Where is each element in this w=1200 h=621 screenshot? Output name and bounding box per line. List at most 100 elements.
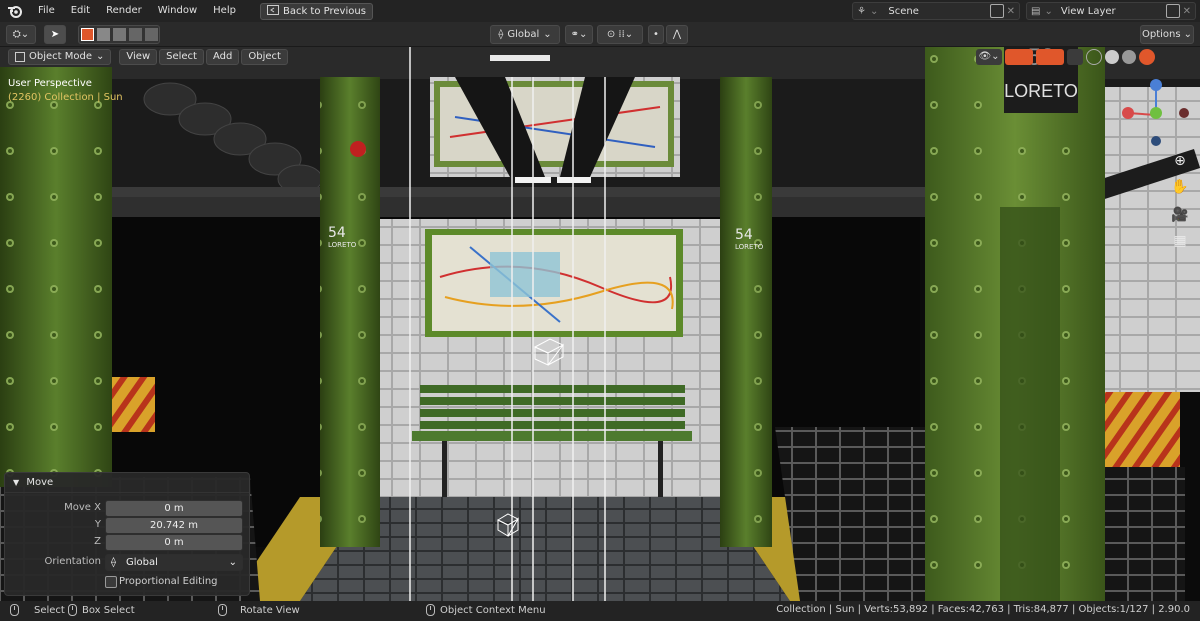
station-sign-name: LORETO (1004, 81, 1078, 101)
orientation-dropdown[interactable]: ⟠ Global ⌄ (105, 554, 243, 571)
orientation-icon: ⟠ (111, 557, 116, 568)
snap-button[interactable]: ⊙ ⁞⁞⌄ (597, 25, 643, 44)
material-shading-icon[interactable] (1122, 50, 1136, 64)
orientation-label: Orientation (44, 556, 101, 567)
object-mode-icon (15, 52, 25, 62)
view-layer-name: View Layer (1060, 5, 1116, 17)
move-operator-panel[interactable]: ▼ Move Move X 0 m Y 20.742 m Z 0 m Orien… (4, 472, 250, 596)
menu-add[interactable]: Add (205, 49, 240, 65)
move-y-field[interactable]: 20.742 m (105, 517, 243, 534)
menu-edit[interactable]: Edit (63, 0, 98, 22)
editor-type-button[interactable]: ⛭⌄ (6, 25, 36, 44)
middle-mouse-icon (68, 604, 77, 616)
status-box-select: Box Select (68, 604, 135, 616)
move-x-field[interactable]: 0 m (105, 500, 243, 517)
status-rotate: Rotate View (218, 604, 300, 616)
chevron-down-icon: ⌄ (228, 557, 237, 568)
status-context-label: Object Context Menu (440, 604, 546, 616)
menu-help[interactable]: Help (205, 0, 244, 22)
move-x-label: Move X (64, 502, 101, 513)
scene-statistics: Collection | Sun | Verts:53,892 | Faces:… (776, 604, 1190, 615)
viewport-header: Object Mode ⌄ View Select Add Object 👁⌄ (0, 47, 1200, 67)
cursor-icon: ➤ (50, 29, 60, 40)
falloff-button[interactable]: ⋀ (666, 25, 688, 44)
scene-selector[interactable]: ⚘ ⌄ Scene ✕ (852, 2, 1020, 20)
extend-selection-icon[interactable] (96, 28, 110, 41)
camera-view-icon[interactable]: 🎥 (1170, 205, 1190, 225)
3d-viewport[interactable]: 53 LORETO 54 LORETO 54 LORETO User Persp… (0, 47, 1200, 601)
orientation-value: Global (126, 557, 158, 568)
falloff-icon: ⋀ (672, 29, 682, 40)
move-y-label: Y (94, 519, 101, 530)
status-bar: Select Box Select Rotate View Object Con… (0, 601, 1200, 621)
scene-name: Scene (888, 5, 919, 17)
intersect-selection-icon[interactable] (144, 28, 158, 41)
editor-type-icon: ⛭⌄ (12, 29, 30, 40)
pillar-sign-left-name: LORETO (328, 241, 357, 249)
navigation-gizmo[interactable] (1118, 77, 1194, 153)
pillar-sign-right-name: LORETO (735, 243, 764, 251)
menu-object[interactable]: Object (241, 49, 288, 65)
view-layer-selector[interactable]: ▤ ⌄ View Layer ✕ (1026, 2, 1196, 20)
zoom-icon[interactable]: ⊕ (1170, 151, 1190, 171)
invert-selection-icon[interactable] (128, 28, 142, 41)
scene-statistics-text: Collection | Sun | Verts:53,892 | Faces:… (776, 604, 1190, 615)
wireframe-shading-icon[interactable] (1086, 49, 1102, 65)
move-z-field[interactable]: 0 m (105, 534, 243, 551)
selection-mode-group[interactable] (78, 25, 160, 44)
menu-select[interactable]: Select (159, 49, 204, 65)
subtract-selection-icon[interactable] (112, 28, 126, 41)
operator-header[interactable]: ▼ Move (5, 473, 249, 493)
overlay-toggle-icon[interactable] (1036, 49, 1064, 65)
drag-mouse-icon (218, 604, 227, 616)
perspective-label: User Perspective (8, 78, 92, 89)
menu-file[interactable]: File (30, 0, 63, 22)
status-select: Select (10, 604, 65, 616)
mode-dropdown[interactable]: Object Mode ⌄ (8, 49, 112, 65)
menu-render[interactable]: Render (98, 0, 150, 22)
back-to-previous-label: Back to Previous (282, 5, 366, 17)
blender-logo-icon[interactable] (6, 2, 24, 20)
rendered-shading-icon[interactable] (1139, 49, 1155, 65)
collapse-arrow-icon[interactable]: ▼ (13, 478, 19, 487)
menu-window[interactable]: Window (150, 0, 205, 22)
select-tool-button[interactable]: ➤ (44, 25, 66, 44)
close-scene-icon[interactable]: ✕ (1007, 6, 1015, 17)
transform-orientation-value: Global (507, 29, 540, 40)
new-view-layer-icon[interactable] (1165, 4, 1180, 18)
back-to-previous-button[interactable]: Back to Previous (259, 2, 373, 20)
tool-header: ⛭⌄ ➤ ⟠ Global ⌄ ⚭⌄ ⊙ ⁞⁞⌄ • ⋀ Options ⌄ (0, 22, 1200, 47)
status-select-label: Select (34, 604, 65, 616)
status-context-menu: Object Context Menu (426, 604, 546, 616)
proportional-edit-button[interactable]: • (648, 25, 664, 44)
gizmo-toggle-icon[interactable] (1005, 49, 1033, 65)
proportional-checkbox[interactable] (105, 576, 117, 588)
right-mouse-icon (426, 604, 435, 616)
top-menu-bar: File Edit Render Window Help Back to Pre… (0, 0, 1200, 22)
pillar-sign-left: 54 LORETO (328, 225, 356, 249)
solid-shading-icon[interactable] (1105, 50, 1119, 64)
proportional-icon: • (653, 29, 659, 40)
viewport-info: User Perspective (2260) Collection | Sun (8, 77, 123, 105)
new-selection-icon[interactable] (80, 28, 94, 41)
proportional-label: Proportional Editing (119, 576, 218, 587)
chevron-down-icon: ⌄ (1183, 29, 1192, 40)
chevron-down-icon: ⌄ (543, 29, 552, 40)
close-view-layer-icon[interactable]: ✕ (1183, 6, 1191, 17)
transform-orientation-dropdown[interactable]: ⟠ Global ⌄ (490, 25, 560, 44)
back-icon (266, 4, 279, 18)
orientation-icon: ⟠ (498, 29, 504, 40)
visibility-icon[interactable]: 👁⌄ (976, 49, 1002, 65)
pivot-point-button[interactable]: ⚭⌄ (565, 25, 593, 44)
ortho-grid-icon[interactable]: ▦ (1170, 231, 1190, 251)
options-dropdown[interactable]: Options ⌄ (1140, 25, 1194, 44)
pillar-sign-right: 54 LORETO (735, 227, 763, 251)
options-label: Options (1142, 29, 1181, 40)
pillar-sign-right-number: 54 (735, 227, 753, 243)
new-scene-icon[interactable] (989, 4, 1004, 18)
collection-label: (2260) Collection | Sun (8, 92, 123, 103)
menu-view[interactable]: View (119, 49, 158, 65)
pan-hand-icon[interactable]: ✋ (1170, 177, 1190, 197)
xray-icon[interactable] (1067, 49, 1083, 65)
left-mouse-icon (10, 604, 19, 616)
